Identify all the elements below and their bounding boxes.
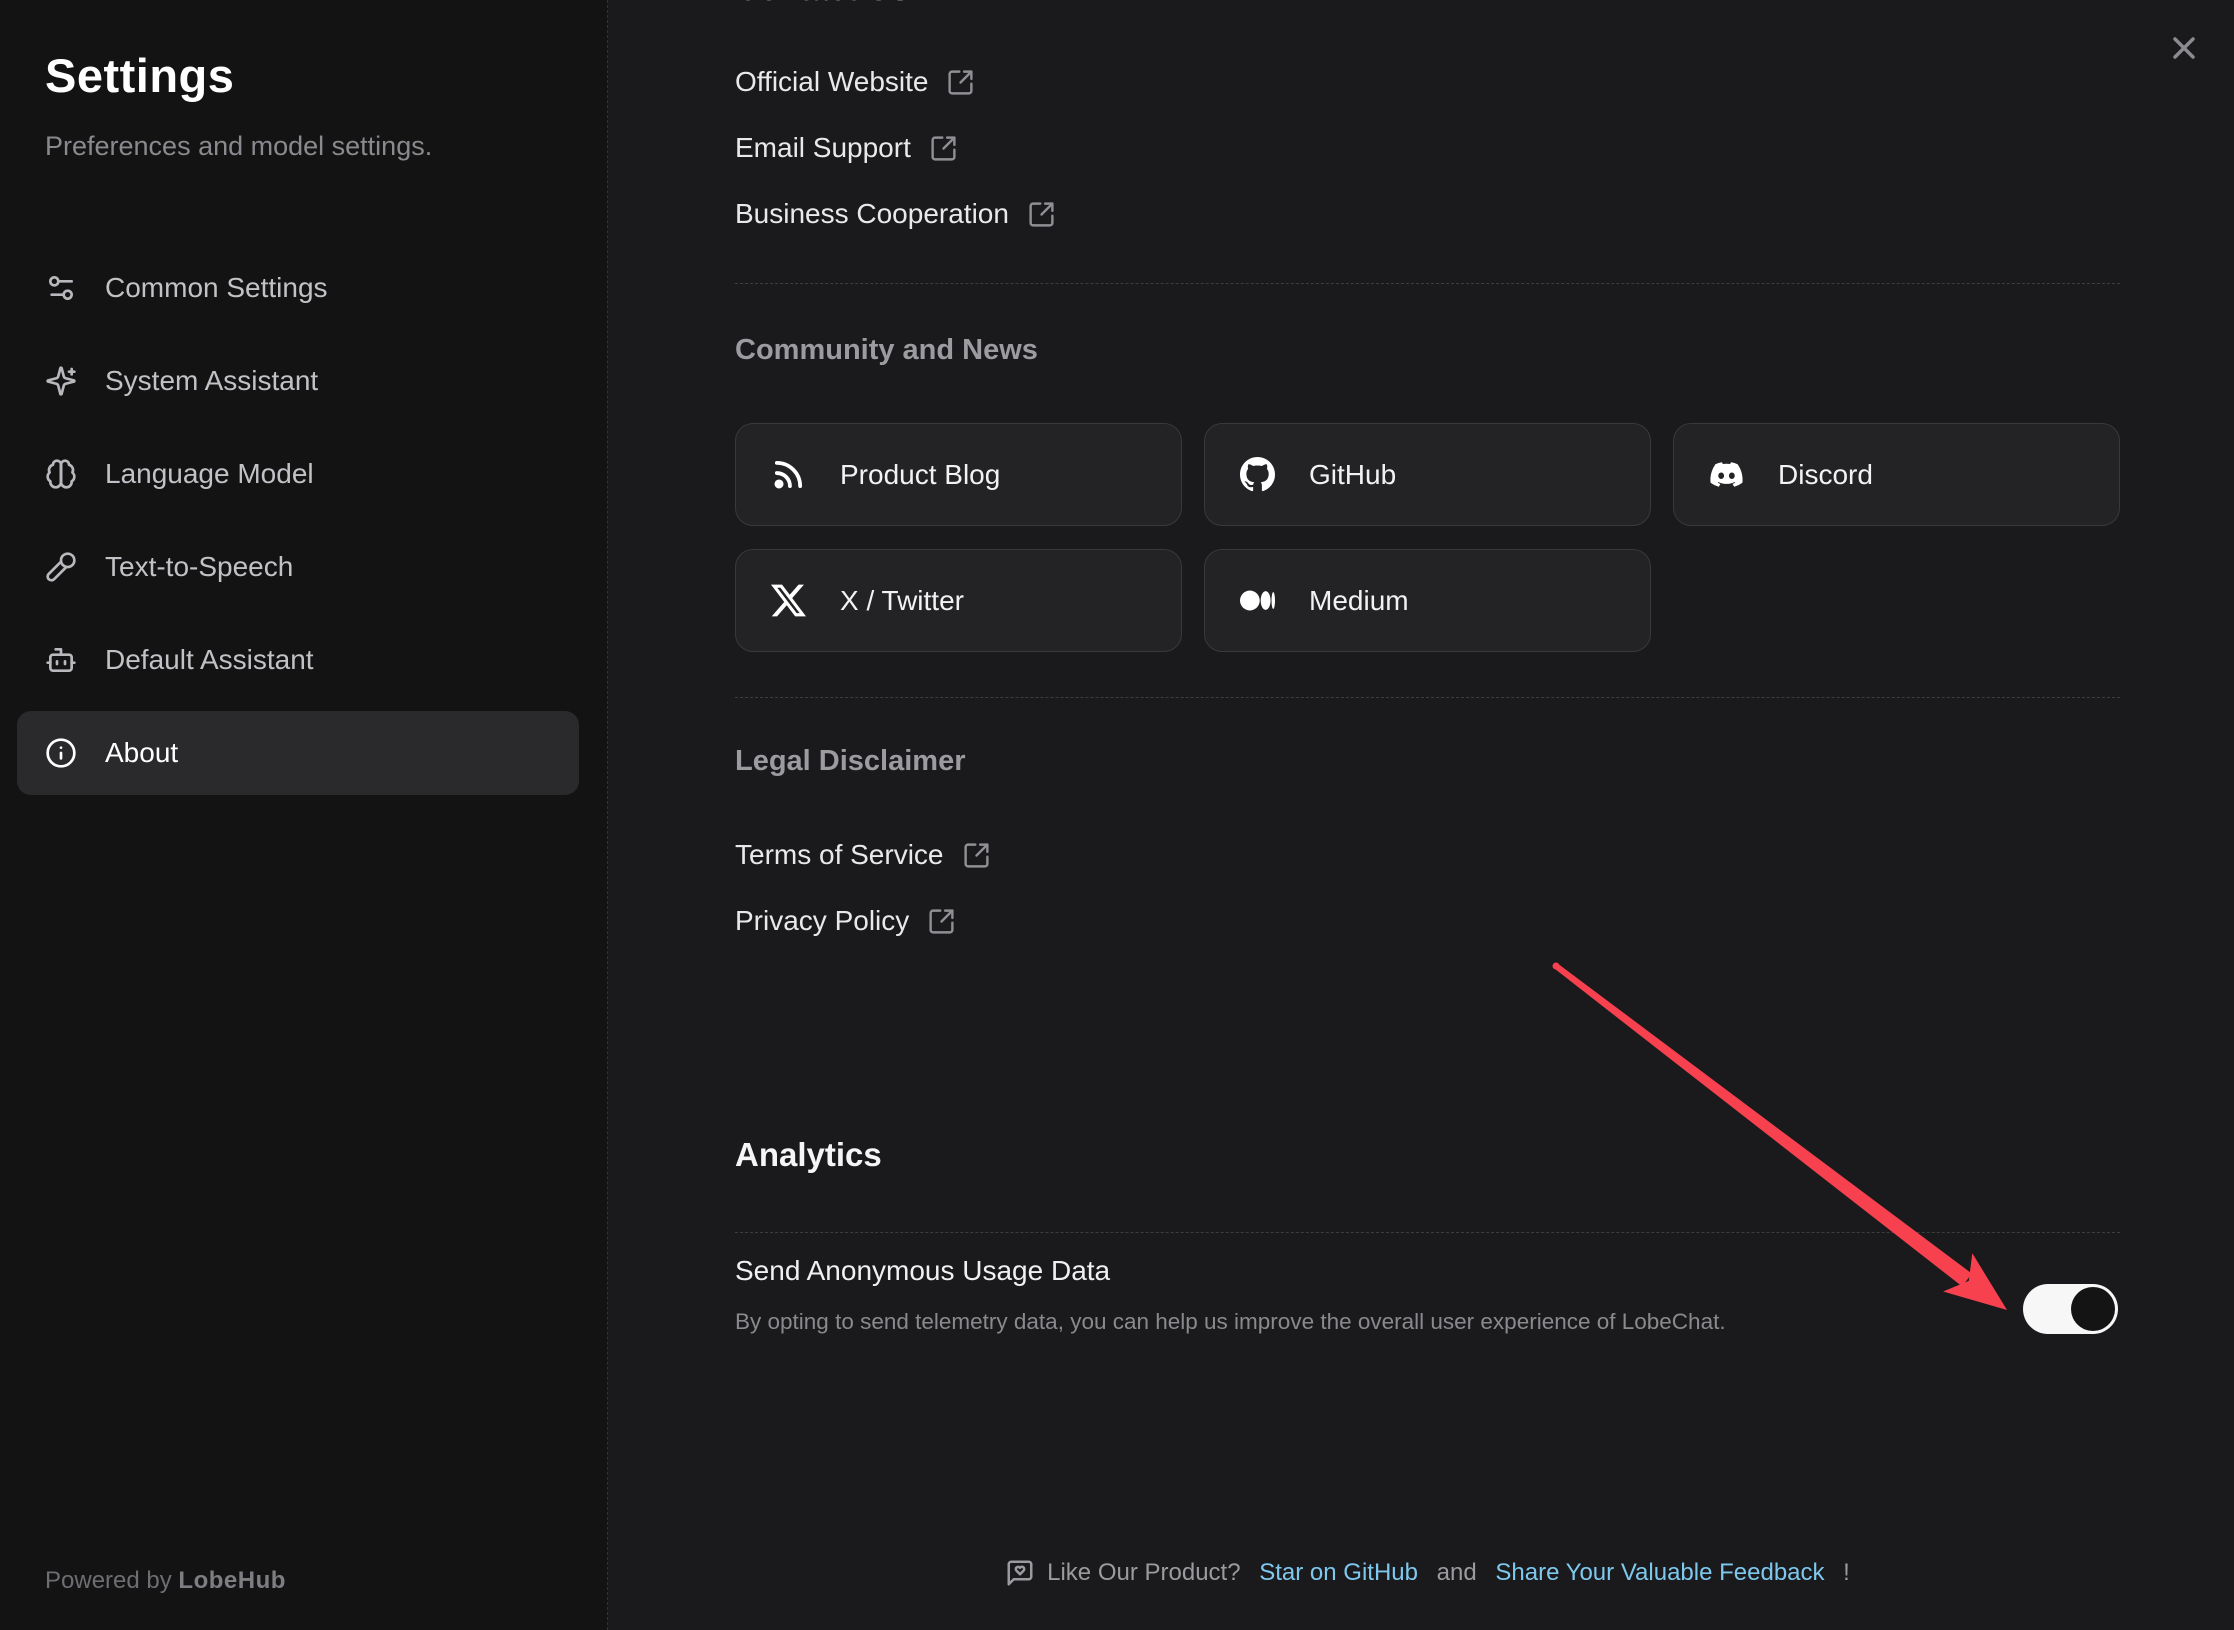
analytics-heading: Analytics bbox=[735, 1136, 882, 1174]
button-label: Medium bbox=[1309, 585, 1409, 617]
close-icon bbox=[2166, 30, 2202, 66]
sliders-icon bbox=[45, 272, 77, 304]
toggle-knob bbox=[2071, 1287, 2115, 1331]
link-label[interactable]: Terms of Service bbox=[735, 839, 944, 871]
mic-icon bbox=[45, 551, 77, 583]
link-label[interactable]: Official Website bbox=[735, 66, 928, 98]
product-blog-button[interactable]: Product Blog bbox=[735, 423, 1182, 526]
analytics-setting-row: Send Anonymous Usage Data By opting to s… bbox=[735, 1255, 2120, 1335]
x-twitter-icon bbox=[771, 583, 806, 618]
rss-icon bbox=[771, 457, 806, 492]
official-website-link[interactable]: Official Website bbox=[735, 49, 1056, 115]
medium-icon bbox=[1240, 583, 1275, 618]
sidebar-item-label: Common Settings bbox=[105, 272, 328, 304]
brain-icon bbox=[45, 458, 77, 490]
footer-prefix: Like Our Product? bbox=[1047, 1559, 1247, 1587]
external-link-icon[interactable] bbox=[946, 68, 975, 97]
sidebar-item-label: About bbox=[105, 737, 178, 769]
close-button[interactable] bbox=[2166, 30, 2202, 66]
legal-disclaimer-heading: Legal Disclaimer bbox=[735, 745, 966, 778]
settings-sidebar: Settings Preferences and model settings.… bbox=[0, 0, 608, 1630]
lobehub-brand: LobeHub bbox=[178, 1567, 285, 1594]
email-support-link[interactable]: Email Support bbox=[735, 115, 1056, 181]
sidebar-item-label: Default Assistant bbox=[105, 644, 314, 676]
discord-icon bbox=[1709, 457, 1744, 492]
sidebar-item-label: Language Model bbox=[105, 458, 314, 490]
external-link-icon[interactable] bbox=[1027, 200, 1056, 229]
sidebar-item-label: System Assistant bbox=[105, 365, 318, 397]
sidebar-item-common-settings[interactable]: Common Settings bbox=[17, 246, 579, 330]
setting-description: By opting to send telemetry data, you ca… bbox=[735, 1309, 2120, 1335]
external-link-icon[interactable] bbox=[929, 134, 958, 163]
button-label: X / Twitter bbox=[840, 585, 964, 617]
share-feedback-link[interactable]: Share Your Valuable Feedback bbox=[1495, 1559, 1824, 1587]
sparkles-icon bbox=[45, 365, 77, 397]
setting-label: Send Anonymous Usage Data bbox=[735, 1255, 2120, 1287]
section-divider bbox=[735, 1232, 2120, 1233]
section-divider bbox=[735, 697, 2120, 698]
star-on-github-link[interactable]: Star on GitHub bbox=[1259, 1559, 1418, 1587]
github-icon bbox=[1240, 457, 1275, 492]
link-label[interactable]: Privacy Policy bbox=[735, 905, 909, 937]
contact-links: Official Website Email Support Business … bbox=[735, 49, 1056, 247]
message-heart-icon bbox=[1005, 1558, 1035, 1588]
about-panel: Contact Us Official Website Email Suppor… bbox=[608, 0, 2234, 1630]
x-twitter-button[interactable]: X / Twitter bbox=[735, 549, 1182, 652]
business-cooperation-link[interactable]: Business Cooperation bbox=[735, 181, 1056, 247]
powered-by-text: Powered by bbox=[45, 1567, 172, 1594]
page-footer: Like Our Product? Star on GitHub and Sha… bbox=[735, 1558, 2120, 1588]
info-icon bbox=[45, 737, 77, 769]
link-label[interactable]: Business Cooperation bbox=[735, 198, 1009, 230]
terms-of-service-link[interactable]: Terms of Service bbox=[735, 822, 991, 888]
page-title: Settings bbox=[45, 48, 579, 103]
community-heading: Community and News bbox=[735, 334, 1038, 367]
contact-us-heading: Contact Us bbox=[735, 0, 909, 8]
sidebar-item-system-assistant[interactable]: System Assistant bbox=[17, 339, 579, 423]
sidebar-item-label: Text-to-Speech bbox=[105, 551, 293, 583]
button-label: GitHub bbox=[1309, 459, 1396, 491]
usage-data-toggle[interactable] bbox=[2023, 1284, 2118, 1334]
button-label: Discord bbox=[1778, 459, 1873, 491]
link-label[interactable]: Email Support bbox=[735, 132, 911, 164]
settings-nav: Common Settings System Assistant Languag… bbox=[17, 246, 579, 804]
external-link-icon[interactable] bbox=[927, 907, 956, 936]
button-label: Product Blog bbox=[840, 459, 1000, 491]
bot-icon bbox=[45, 644, 77, 676]
medium-button[interactable]: Medium bbox=[1204, 549, 1651, 652]
sidebar-item-text-to-speech[interactable]: Text-to-Speech bbox=[17, 525, 579, 609]
page-subtitle: Preferences and model settings. bbox=[45, 131, 579, 162]
powered-by: Powered by LobeHub bbox=[45, 1567, 286, 1595]
section-divider bbox=[735, 283, 2120, 284]
community-buttons: Product Blog GitHub Discord X / Twitter … bbox=[735, 423, 2120, 652]
sidebar-item-about[interactable]: About bbox=[17, 711, 579, 795]
github-button[interactable]: GitHub bbox=[1204, 423, 1651, 526]
footer-middle: and bbox=[1430, 1559, 1483, 1587]
sidebar-item-default-assistant[interactable]: Default Assistant bbox=[17, 618, 579, 702]
sidebar-item-language-model[interactable]: Language Model bbox=[17, 432, 579, 516]
privacy-policy-link[interactable]: Privacy Policy bbox=[735, 888, 991, 954]
external-link-icon[interactable] bbox=[962, 841, 991, 870]
footer-suffix: ! bbox=[1837, 1559, 1850, 1587]
legal-links: Terms of Service Privacy Policy bbox=[735, 822, 991, 954]
discord-button[interactable]: Discord bbox=[1673, 423, 2120, 526]
